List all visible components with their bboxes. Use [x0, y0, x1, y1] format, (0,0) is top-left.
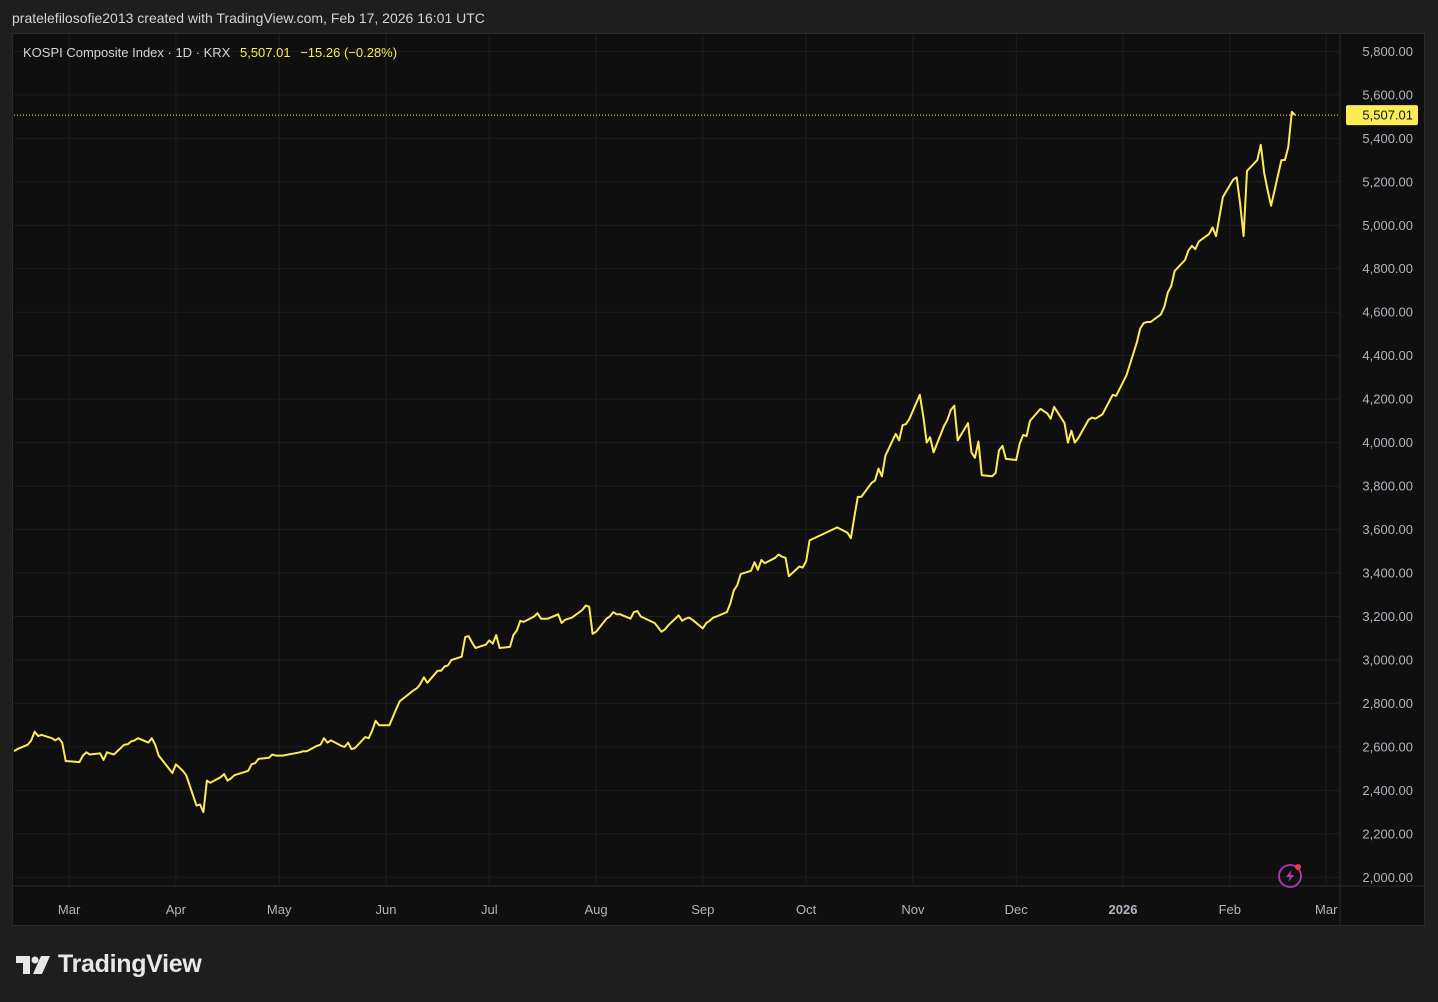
y-tick-label: 4,800.00: [1362, 261, 1413, 276]
last-value: 5,507.01: [239, 45, 291, 60]
price-chart[interactable]: 2,000.00 2,200.00 2,400.00 2,600.00 2,800.00…: [0, 0, 1438, 1002]
x-tick-label: 2026: [1109, 902, 1138, 917]
last-price-tag: 5,507.01: [1346, 105, 1418, 126]
y-tick-label: 2,400.00: [1362, 783, 1413, 798]
series-line: [13, 110, 1296, 814]
x-tick-label: Aug: [584, 902, 607, 917]
tradingview-logo[interactable]: TradingView: [14, 950, 202, 979]
price-change: −15.26 (−0.28%): [300, 45, 398, 60]
x-axis[interactable]: Mar Apr May Jun Jul Aug Sep Oct Nov Dec 2026 Feb Mar: [58, 902, 1338, 917]
grid-lines: [13, 34, 1424, 925]
tradingview-logo-icon: [16, 955, 50, 974]
y-tick-label: 3,400.00: [1362, 566, 1413, 581]
y-tick-label: 2,000.00: [1362, 870, 1413, 885]
y-tick-label: 5,400.00: [1362, 131, 1413, 146]
x-tick-label: Sep: [691, 902, 714, 917]
x-tick-label: May: [267, 902, 292, 917]
y-tick-label: 5,200.00: [1362, 174, 1413, 189]
lightning-bolt-icon[interactable]: [1278, 864, 1302, 888]
y-tick-label: 3,800.00: [1362, 479, 1413, 494]
last-price-tag-label: 5,507.01: [1362, 108, 1413, 123]
y-tick-label: 2,200.00: [1362, 826, 1413, 841]
symbol-legend[interactable]: KOSPI Composite Index · 1D · KRX 5,507.0…: [23, 45, 397, 60]
y-tick-label: 2,800.00: [1362, 696, 1413, 711]
tradingview-brand-text: TradingView: [58, 950, 202, 978]
y-axis[interactable]: 2,000.00 2,200.00 2,400.00 2,600.00 2,800.00…: [1362, 44, 1413, 885]
y-tick-label: 4,000.00: [1362, 435, 1413, 450]
y-tick-label: 2,600.00: [1362, 739, 1413, 754]
y-tick-label: 4,600.00: [1362, 305, 1413, 320]
x-tick-label: Mar: [1315, 902, 1338, 917]
x-tick-label: Nov: [901, 902, 925, 917]
x-tick-label: Feb: [1219, 902, 1241, 917]
y-tick-label: 4,400.00: [1362, 348, 1413, 363]
x-tick-label: Apr: [166, 902, 187, 917]
x-tick-label: Dec: [1005, 902, 1029, 917]
y-tick-label: 5,600.00: [1362, 87, 1413, 102]
y-tick-label: 3,200.00: [1362, 609, 1413, 624]
y-tick-label: 3,600.00: [1362, 522, 1413, 537]
x-tick-label: Oct: [796, 902, 817, 917]
y-tick-label: 5,000.00: [1362, 218, 1413, 233]
y-tick-label: 4,200.00: [1362, 392, 1413, 407]
x-tick-label: Jul: [481, 902, 498, 917]
y-tick-label: 5,800.00: [1362, 44, 1413, 59]
x-tick-label: Jun: [375, 902, 396, 917]
y-tick-label: 3,000.00: [1362, 652, 1413, 667]
x-tick-label: Mar: [58, 902, 81, 917]
symbol-name: KOSPI Composite Index · 1D · KRX: [23, 45, 231, 60]
